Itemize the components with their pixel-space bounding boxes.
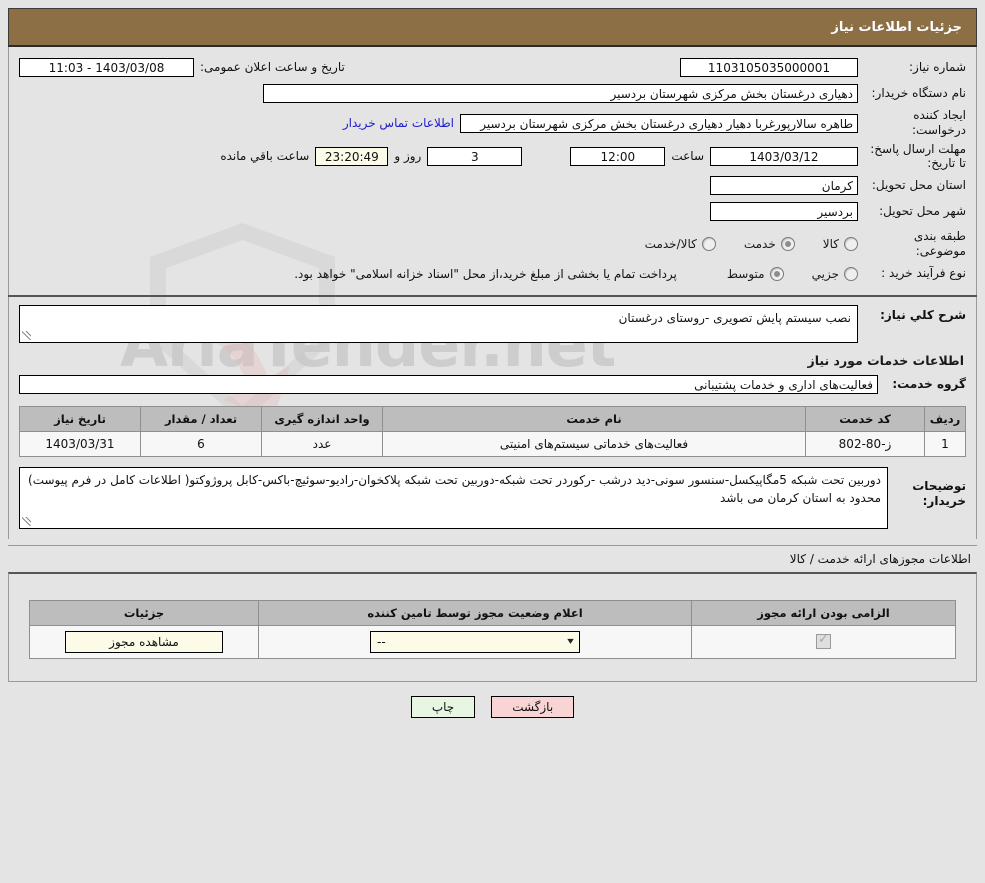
page-title: جزئیات اطلاعات نیاز bbox=[831, 19, 962, 35]
footer-actions: بازگشت چاپ bbox=[0, 695, 985, 718]
requester-field[interactable]: طاهره سالارپورغربا دهیار دهیاری درغستان … bbox=[460, 113, 858, 133]
permit-status-value: -- bbox=[377, 634, 386, 649]
process-radio-group: جزیي متوسط bbox=[699, 266, 858, 281]
col-quantity: تعداد / مقدار bbox=[140, 405, 262, 432]
countdown-timer: 23:20:49 bbox=[315, 146, 389, 166]
buyer-contact-link[interactable]: اطلاعات تماس خریدار bbox=[337, 116, 460, 130]
category-label: طبقه بندی موضوعی: bbox=[913, 228, 966, 258]
deadline-hour-field[interactable]: 12:00 bbox=[570, 146, 666, 166]
back-button[interactable]: بازگشت bbox=[491, 695, 575, 718]
col-permit-required: الزامی بودن ارائه مجوز bbox=[691, 599, 956, 626]
payment-note: پرداخت تمام یا بخشی از مبلغ خرید،از محل … bbox=[294, 266, 677, 281]
row-deadline: مهلت ارسال پاسخ: تا تاریخ: 1403/03/12 سا… bbox=[19, 142, 966, 171]
radio-icon[interactable] bbox=[769, 266, 784, 281]
col-permit-details: جزئیات bbox=[29, 599, 259, 626]
permit-status-select[interactable]: ▾ -- bbox=[370, 630, 580, 653]
buyer-org-field[interactable]: دهیاری درغستان بخش مرکزی شهرستان بردسیر bbox=[263, 83, 858, 103]
col-need-date: تاریخ نیاز bbox=[19, 405, 141, 432]
permits-panel: الزامی بودن ارائه مجوز اعلام وضعیت مجوز … bbox=[8, 571, 977, 682]
cell-index: 1 bbox=[924, 430, 966, 457]
category-option-kala[interactable]: کالا bbox=[822, 236, 858, 251]
days-label: روز و bbox=[394, 149, 422, 164]
row-service-group: گروه خدمت: فعالیت‌های اداری و خدمات پشتی… bbox=[19, 374, 966, 396]
announce-label: تاریخ و ساعت اعلان عمومی: bbox=[200, 60, 345, 74]
permits-title: اطلاعات مجوزهای ارائه خدمت / کالا bbox=[789, 551, 971, 566]
permits-table: الزامی بودن ارائه مجوز اعلام وضعیت مجوز … bbox=[29, 599, 956, 659]
announce-datetime-field[interactable]: 1403/03/08 - 11:03 bbox=[19, 57, 194, 77]
buyer-notes-label: توضیحات خریدار: bbox=[912, 478, 966, 508]
category-option-label: کالا bbox=[822, 236, 839, 251]
summary-textarea[interactable]: نصب سیستم پایش تصویری -روستای درغستان bbox=[19, 304, 858, 343]
print-button[interactable]: چاپ bbox=[410, 695, 476, 718]
cell-permit-status: ▾ -- bbox=[258, 624, 692, 659]
row-city: شهر محل تحویل: بردسیر bbox=[19, 201, 966, 223]
category-option-khedmat[interactable]: خدمت bbox=[743, 236, 795, 251]
chevron-down-icon: ▾ bbox=[567, 635, 574, 647]
row-summary: شرح کلي نياز: نصب سیستم پایش تصویری -روس… bbox=[19, 304, 966, 343]
row-need-number: شماره نیاز: 1103105035000001 تاریخ و ساع… bbox=[19, 56, 966, 78]
table-row: 1 ز-80-802 فعالیت‌های خدماتی سیستم‌های ا… bbox=[19, 430, 966, 457]
row-process-type: نوع فرآیند خرید : جزیي متوسط پرداخت تمام… bbox=[19, 263, 966, 285]
buyer-notes-textarea[interactable]: دوربین تحت شبکه 5مگاپیکسل-سنسور سونی-دید… bbox=[19, 466, 888, 529]
process-option-label: جزیي bbox=[811, 266, 839, 281]
process-option-jozi[interactable]: جزیي bbox=[811, 266, 858, 281]
service-group-field[interactable]: فعالیت‌های اداری و خدمات پشتیبانی bbox=[19, 375, 878, 395]
services-table-header-row: ردیف کد خدمت نام خدمت واحد اندازه گیری ت… bbox=[19, 405, 966, 432]
row-buyer-notes: توضیحات خریدار: دوربین تحت شبکه 5مگاپیکس… bbox=[19, 466, 966, 529]
col-unit: واحد اندازه گیری bbox=[261, 405, 383, 432]
cell-code: ز-80-802 bbox=[805, 430, 925, 457]
page-root: جزئیات اطلاعات نیاز شماره نیاز: 11031050… bbox=[0, 8, 985, 718]
category-radio-group: کالا خدمت کالا/خدمت bbox=[617, 236, 858, 251]
row-category: طبقه بندی موضوعی: کالا خدمت کالا/خدمت bbox=[19, 229, 966, 259]
view-permit-button[interactable]: مشاهده مجوز bbox=[65, 630, 223, 653]
cell-name: فعالیت‌های خدماتی سیستم‌های امنیتی bbox=[382, 430, 806, 457]
need-number-label: شماره نیاز: bbox=[909, 59, 966, 74]
radio-icon[interactable] bbox=[844, 236, 858, 251]
need-number-field[interactable]: 1103105035000001 bbox=[680, 57, 858, 77]
cell-permit-details: مشاهده مجوز bbox=[29, 624, 259, 659]
city-field[interactable]: بردسیر bbox=[710, 202, 858, 222]
category-option-label: کالا/خدمت bbox=[644, 236, 697, 251]
cell-quantity: 6 bbox=[140, 430, 262, 457]
city-label: شهر محل تحویل: bbox=[879, 204, 966, 219]
requester-label: ایجاد کننده درخواست: bbox=[912, 108, 966, 137]
hour-label: ساعت bbox=[671, 149, 704, 164]
province-label: استان محل تحویل: bbox=[871, 178, 966, 193]
radio-icon[interactable] bbox=[701, 236, 716, 251]
summary-label: شرح کلي نياز: bbox=[880, 307, 966, 322]
process-type-label: نوع فرآیند خرید : bbox=[881, 266, 966, 281]
radio-icon[interactable] bbox=[780, 236, 795, 251]
buyer-org-label: نام دستگاه خریدار: bbox=[871, 85, 967, 100]
category-option-kala-khedmat[interactable]: کالا/خدمت bbox=[644, 236, 716, 251]
cell-need-date: 1403/03/31 bbox=[19, 430, 141, 457]
process-option-label: متوسط bbox=[726, 266, 765, 281]
remaining-days-field: 3 bbox=[427, 146, 523, 166]
col-code: کد خدمت bbox=[805, 405, 925, 432]
table-row: ▾ -- مشاهده مجوز bbox=[29, 624, 956, 659]
category-option-label: خدمت bbox=[743, 236, 776, 251]
row-province: استان محل تحویل: کرمان bbox=[19, 175, 966, 197]
cell-permit-required bbox=[691, 624, 956, 659]
process-option-motavaset[interactable]: متوسط bbox=[726, 266, 784, 281]
services-table: ردیف کد خدمت نام خدمت واحد اندازه گیری ت… bbox=[19, 405, 966, 457]
radio-icon[interactable] bbox=[844, 266, 858, 281]
col-permit-status: اعلام وضعیت مجوز توسط تامین کننده bbox=[258, 599, 692, 626]
row-buyer-org: نام دستگاه خریدار: دهیاری درغستان بخش مر… bbox=[19, 82, 966, 104]
col-name: نام خدمت bbox=[382, 405, 806, 432]
province-field[interactable]: کرمان bbox=[710, 176, 858, 196]
need-info-panel: شماره نیاز: 1103105035000001 تاریخ و ساع… bbox=[8, 47, 977, 295]
services-panel: شرح کلي نياز: نصب سیستم پایش تصویری -روس… bbox=[8, 296, 977, 539]
col-index: ردیف bbox=[924, 405, 966, 432]
row-requester: ایجاد کننده درخواست: طاهره سالارپورغربا … bbox=[19, 108, 966, 138]
service-group-label: گروه خدمت: bbox=[892, 377, 966, 392]
permits-table-header-row: الزامی بودن ارائه مجوز اعلام وضعیت مجوز … bbox=[29, 599, 956, 626]
services-heading: اطلاعات خدمات مورد نیاز bbox=[807, 352, 965, 368]
deadline-label: مهلت ارسال پاسخ: تا تاریخ: bbox=[870, 142, 966, 171]
page-header: جزئیات اطلاعات نیاز bbox=[8, 8, 977, 47]
remaining-label: ساعت باقي مانده bbox=[220, 149, 310, 164]
cell-unit: عدد bbox=[261, 430, 383, 457]
deadline-date-field[interactable]: 1403/03/12 bbox=[710, 146, 858, 166]
permit-required-checkbox[interactable] bbox=[816, 632, 831, 650]
